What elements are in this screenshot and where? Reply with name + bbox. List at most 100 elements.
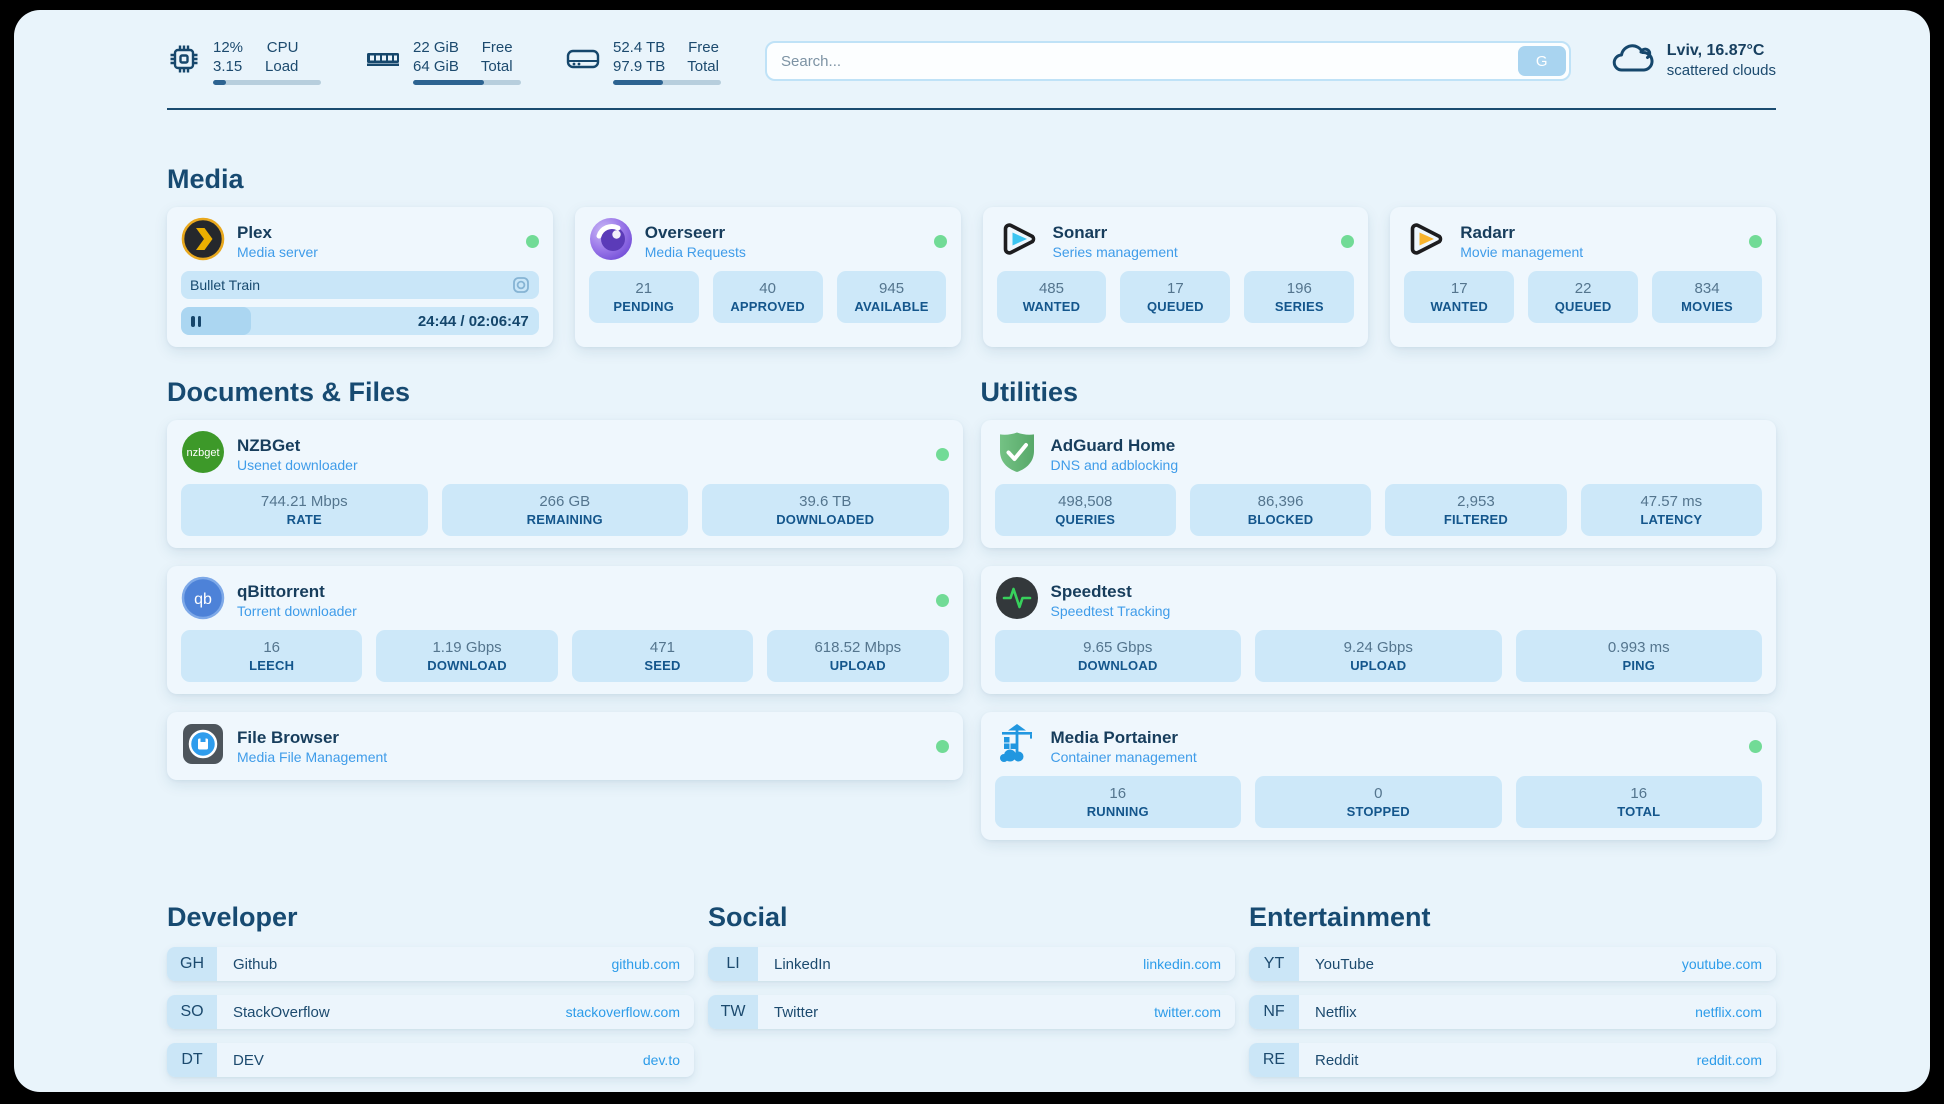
- stat-tile: 9.24 Gbps UPLOAD: [1255, 630, 1502, 682]
- stat-tile: 2,953 FILTERED: [1385, 484, 1566, 536]
- stat-tile: 618.52 Mbps UPLOAD: [767, 630, 948, 682]
- disk-progressbar: [613, 80, 721, 85]
- stat-tile: 22 QUEUED: [1528, 271, 1638, 323]
- plex-card[interactable]: Plex Media server Bullet Train: [167, 207, 553, 347]
- nzbget-card[interactable]: nzbget NZBGet Usenet downloader 744.21 M…: [167, 420, 963, 548]
- stat-tile: 266 GB REMAINING: [442, 484, 689, 536]
- speedtest-card[interactable]: Speedtest Speedtest Tracking 9.65 Gbps D…: [981, 566, 1777, 694]
- cpu-percent: 12%: [213, 38, 243, 57]
- weather-location-temp: Lviv, 16.87°C: [1667, 41, 1776, 61]
- radarr-icon: [1404, 217, 1448, 266]
- bookmark-group-entertainment: Entertainment YT YouTube youtube.com NF …: [1249, 902, 1776, 1077]
- stat-tile: 16 TOTAL: [1516, 776, 1763, 828]
- service-subtitle: DNS and adblocking: [1051, 456, 1179, 474]
- bookmark-group-title: Entertainment: [1249, 902, 1776, 933]
- service-subtitle: Usenet downloader: [237, 456, 358, 474]
- bookmark-youtube[interactable]: YT YouTube youtube.com: [1249, 947, 1776, 981]
- stat-tile: 196 SERIES: [1244, 271, 1354, 323]
- disk-free: 52.4 TB: [613, 38, 665, 57]
- memory-icon: [365, 42, 401, 81]
- status-dot: [934, 235, 947, 248]
- disk-icon: [565, 42, 601, 81]
- stop-icon[interactable]: [512, 276, 530, 294]
- service-title: Radarr: [1460, 222, 1583, 243]
- search-provider-button[interactable]: G: [1518, 46, 1566, 76]
- svg-text:qb: qb: [194, 591, 212, 608]
- stat-tile: 21 PENDING: [589, 271, 699, 323]
- cpu-icon: [167, 42, 201, 81]
- service-subtitle: Container management: [1051, 748, 1197, 766]
- qbittorrent-icon: qb: [181, 576, 225, 625]
- bookmark-group-social: Social LI LinkedIn linkedin.com TW Twitt…: [708, 902, 1235, 1077]
- status-dot: [1749, 235, 1762, 248]
- adguard-card[interactable]: AdGuard Home DNS and adblocking 498,508 …: [981, 420, 1777, 548]
- ram-free: 22 GiB: [413, 38, 459, 57]
- bookmark-dev[interactable]: DT DEV dev.to: [167, 1043, 694, 1077]
- service-subtitle: Movie management: [1460, 243, 1583, 261]
- media-card-grid: Plex Media server Bullet Train: [167, 207, 1776, 347]
- stat-tile: 9.65 Gbps DOWNLOAD: [995, 630, 1242, 682]
- plex-icon: [181, 217, 225, 266]
- stat-tile: 471 SEED: [572, 630, 753, 682]
- bookmark-github[interactable]: GH Github github.com: [167, 947, 694, 981]
- ram-total: 64 GiB: [413, 57, 459, 76]
- service-title: NZBGet: [237, 435, 358, 456]
- speedtest-icon: [995, 576, 1039, 625]
- status-dot: [1749, 740, 1762, 753]
- ram-label2: Total: [481, 57, 513, 76]
- pause-icon: [191, 316, 195, 327]
- status-dot: [936, 448, 949, 461]
- bookmark-linkedin[interactable]: LI LinkedIn linkedin.com: [708, 947, 1235, 981]
- playback-time: 24:44 / 02:06:47: [418, 307, 529, 335]
- stat-tile: 39.6 TB DOWNLOADED: [702, 484, 949, 536]
- stat-tile: 0 STOPPED: [1255, 776, 1502, 828]
- service-title: Plex: [237, 222, 318, 243]
- disk-label2: Total: [687, 57, 719, 76]
- cpu-label2: Load: [265, 57, 298, 76]
- stat-tile: 17 WANTED: [1404, 271, 1514, 323]
- now-playing-row: Bullet Train: [181, 271, 539, 299]
- qbittorrent-card[interactable]: qb qBittorrent Torrent downloader 16 LEE…: [167, 566, 963, 694]
- bookmark-reddit[interactable]: RE Reddit reddit.com: [1249, 1043, 1776, 1077]
- disk-total: 97.9 TB: [613, 57, 665, 76]
- search-input[interactable]: [765, 41, 1571, 81]
- bookmark-netflix[interactable]: NF Netflix netflix.com: [1249, 995, 1776, 1029]
- ram-widget: 22 GiB 64 GiB Free Total: [365, 38, 521, 85]
- cpu-loadavg: 3.15: [213, 57, 243, 76]
- service-title: qBittorrent: [237, 581, 357, 602]
- overseerr-card[interactable]: Overseerr Media Requests 21 PENDING 40 A…: [575, 207, 961, 347]
- bookmark-group-title: Social: [708, 902, 1235, 933]
- portainer-icon: [995, 722, 1039, 771]
- service-title: Media Portainer: [1051, 727, 1197, 748]
- stat-tile: 498,508 QUERIES: [995, 484, 1176, 536]
- stat-tile: 17 QUEUED: [1120, 271, 1230, 323]
- stat-tile: 1.19 Gbps DOWNLOAD: [376, 630, 557, 682]
- bookmark-twitter[interactable]: TW Twitter twitter.com: [708, 995, 1235, 1029]
- top-bar: 12% 3.15 CPU Load: [167, 36, 1776, 86]
- stat-value: 21: [635, 279, 652, 298]
- service-title: Speedtest: [1051, 581, 1171, 602]
- now-playing-title: Bullet Train: [190, 277, 260, 293]
- filebrowser-card[interactable]: File Browser Media File Management: [167, 712, 963, 780]
- status-dot: [936, 740, 949, 753]
- sonarr-card[interactable]: Sonarr Series management 485 WANTED 17 Q…: [983, 207, 1369, 347]
- service-subtitle: Media Requests: [645, 243, 746, 261]
- sonarr-icon: [997, 217, 1041, 266]
- status-dot: [936, 594, 949, 607]
- portainer-card[interactable]: Media Portainer Container management 16 …: [981, 712, 1777, 840]
- cloud-icon: [1611, 41, 1655, 82]
- playback-progress: 24:44 / 02:06:47: [181, 307, 539, 335]
- cpu-widget: 12% 3.15 CPU Load: [167, 38, 321, 85]
- weather-condition: scattered clouds: [1667, 61, 1776, 81]
- documents-column: Documents & Files nzbget NZBGet Usenet d…: [167, 377, 963, 840]
- service-title: Overseerr: [645, 222, 746, 243]
- bookmark-stackoverflow[interactable]: SO StackOverflow stackoverflow.com: [167, 995, 694, 1029]
- section-title-utilities: Utilities: [981, 377, 1777, 408]
- ram-progressbar: [413, 80, 521, 85]
- stat-tile: 47.57 ms LATENCY: [1581, 484, 1762, 536]
- radarr-card[interactable]: Radarr Movie management 17 WANTED 22 QUE…: [1390, 207, 1776, 347]
- service-title: File Browser: [237, 727, 387, 748]
- bookmark-group-title: Developer: [167, 902, 694, 933]
- overseerr-icon: [589, 217, 633, 266]
- stat-tile: 16 LEECH: [181, 630, 362, 682]
